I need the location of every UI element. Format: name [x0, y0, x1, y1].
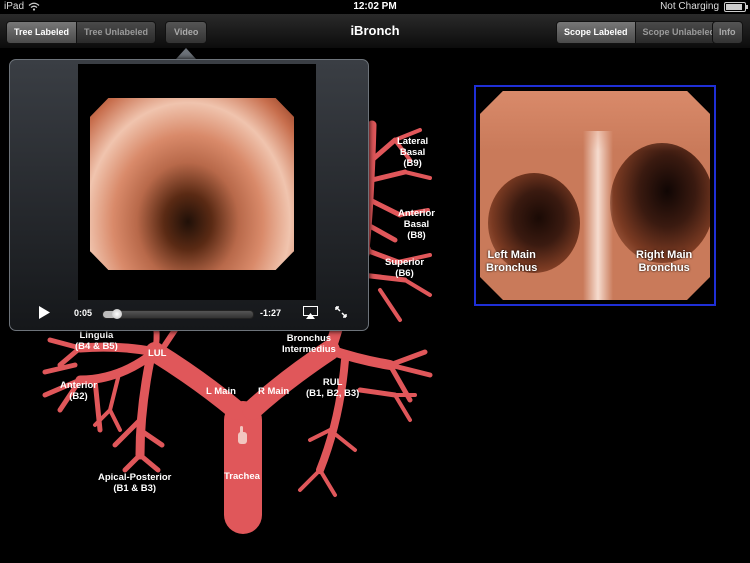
- label-l-main: L Main: [206, 386, 236, 397]
- label-lateral-basal: Lateral Basal (B9): [397, 136, 429, 169]
- elapsed-time: 0:05: [74, 308, 93, 318]
- remaining-time: -1:27: [260, 308, 282, 318]
- scope-label-right-main: Right Main Bronchus: [636, 249, 693, 274]
- video-popover: 0:05 -1:27: [9, 59, 369, 331]
- label-rul: RUL (B1, B2, B3): [306, 377, 360, 399]
- video-view[interactable]: [78, 64, 316, 300]
- popover-arrow: [176, 48, 196, 59]
- play-icon[interactable]: [38, 306, 50, 319]
- scope-label-left-main: Left Main Bronchus: [486, 249, 538, 274]
- carina: [583, 131, 613, 300]
- label-anterior: Anterior (B2): [60, 380, 97, 402]
- label-lingula: Lingula (B4 & B5): [75, 330, 118, 352]
- bronchoscopy-video-frame: [90, 98, 294, 270]
- fullscreen-icon[interactable]: [335, 306, 347, 318]
- label-lul: LUL: [148, 348, 167, 359]
- label-apical-posterior: Apical-Posterior (B1 & B3): [98, 472, 172, 494]
- airplay-icon[interactable]: [303, 306, 318, 319]
- label-trachea: Trachea: [224, 471, 260, 482]
- label-anterior-basal: Anterior Basal (B8): [398, 208, 435, 241]
- scope-view-panel: Left Main Bronchus Right Main Bronchus: [474, 85, 716, 306]
- label-superior: Superior (B6): [385, 257, 425, 279]
- scrubber-track[interactable]: [102, 309, 254, 319]
- right-bronchus-opening: [610, 143, 710, 263]
- scope-top-highlight: [480, 91, 710, 151]
- label-bronchus-intermedius: Bronchus Intermedius: [282, 333, 336, 355]
- label-r-main: R Main: [258, 386, 290, 397]
- scrubber-thumb[interactable]: [112, 309, 122, 319]
- video-controls: 0:05 -1:27: [10, 304, 368, 324]
